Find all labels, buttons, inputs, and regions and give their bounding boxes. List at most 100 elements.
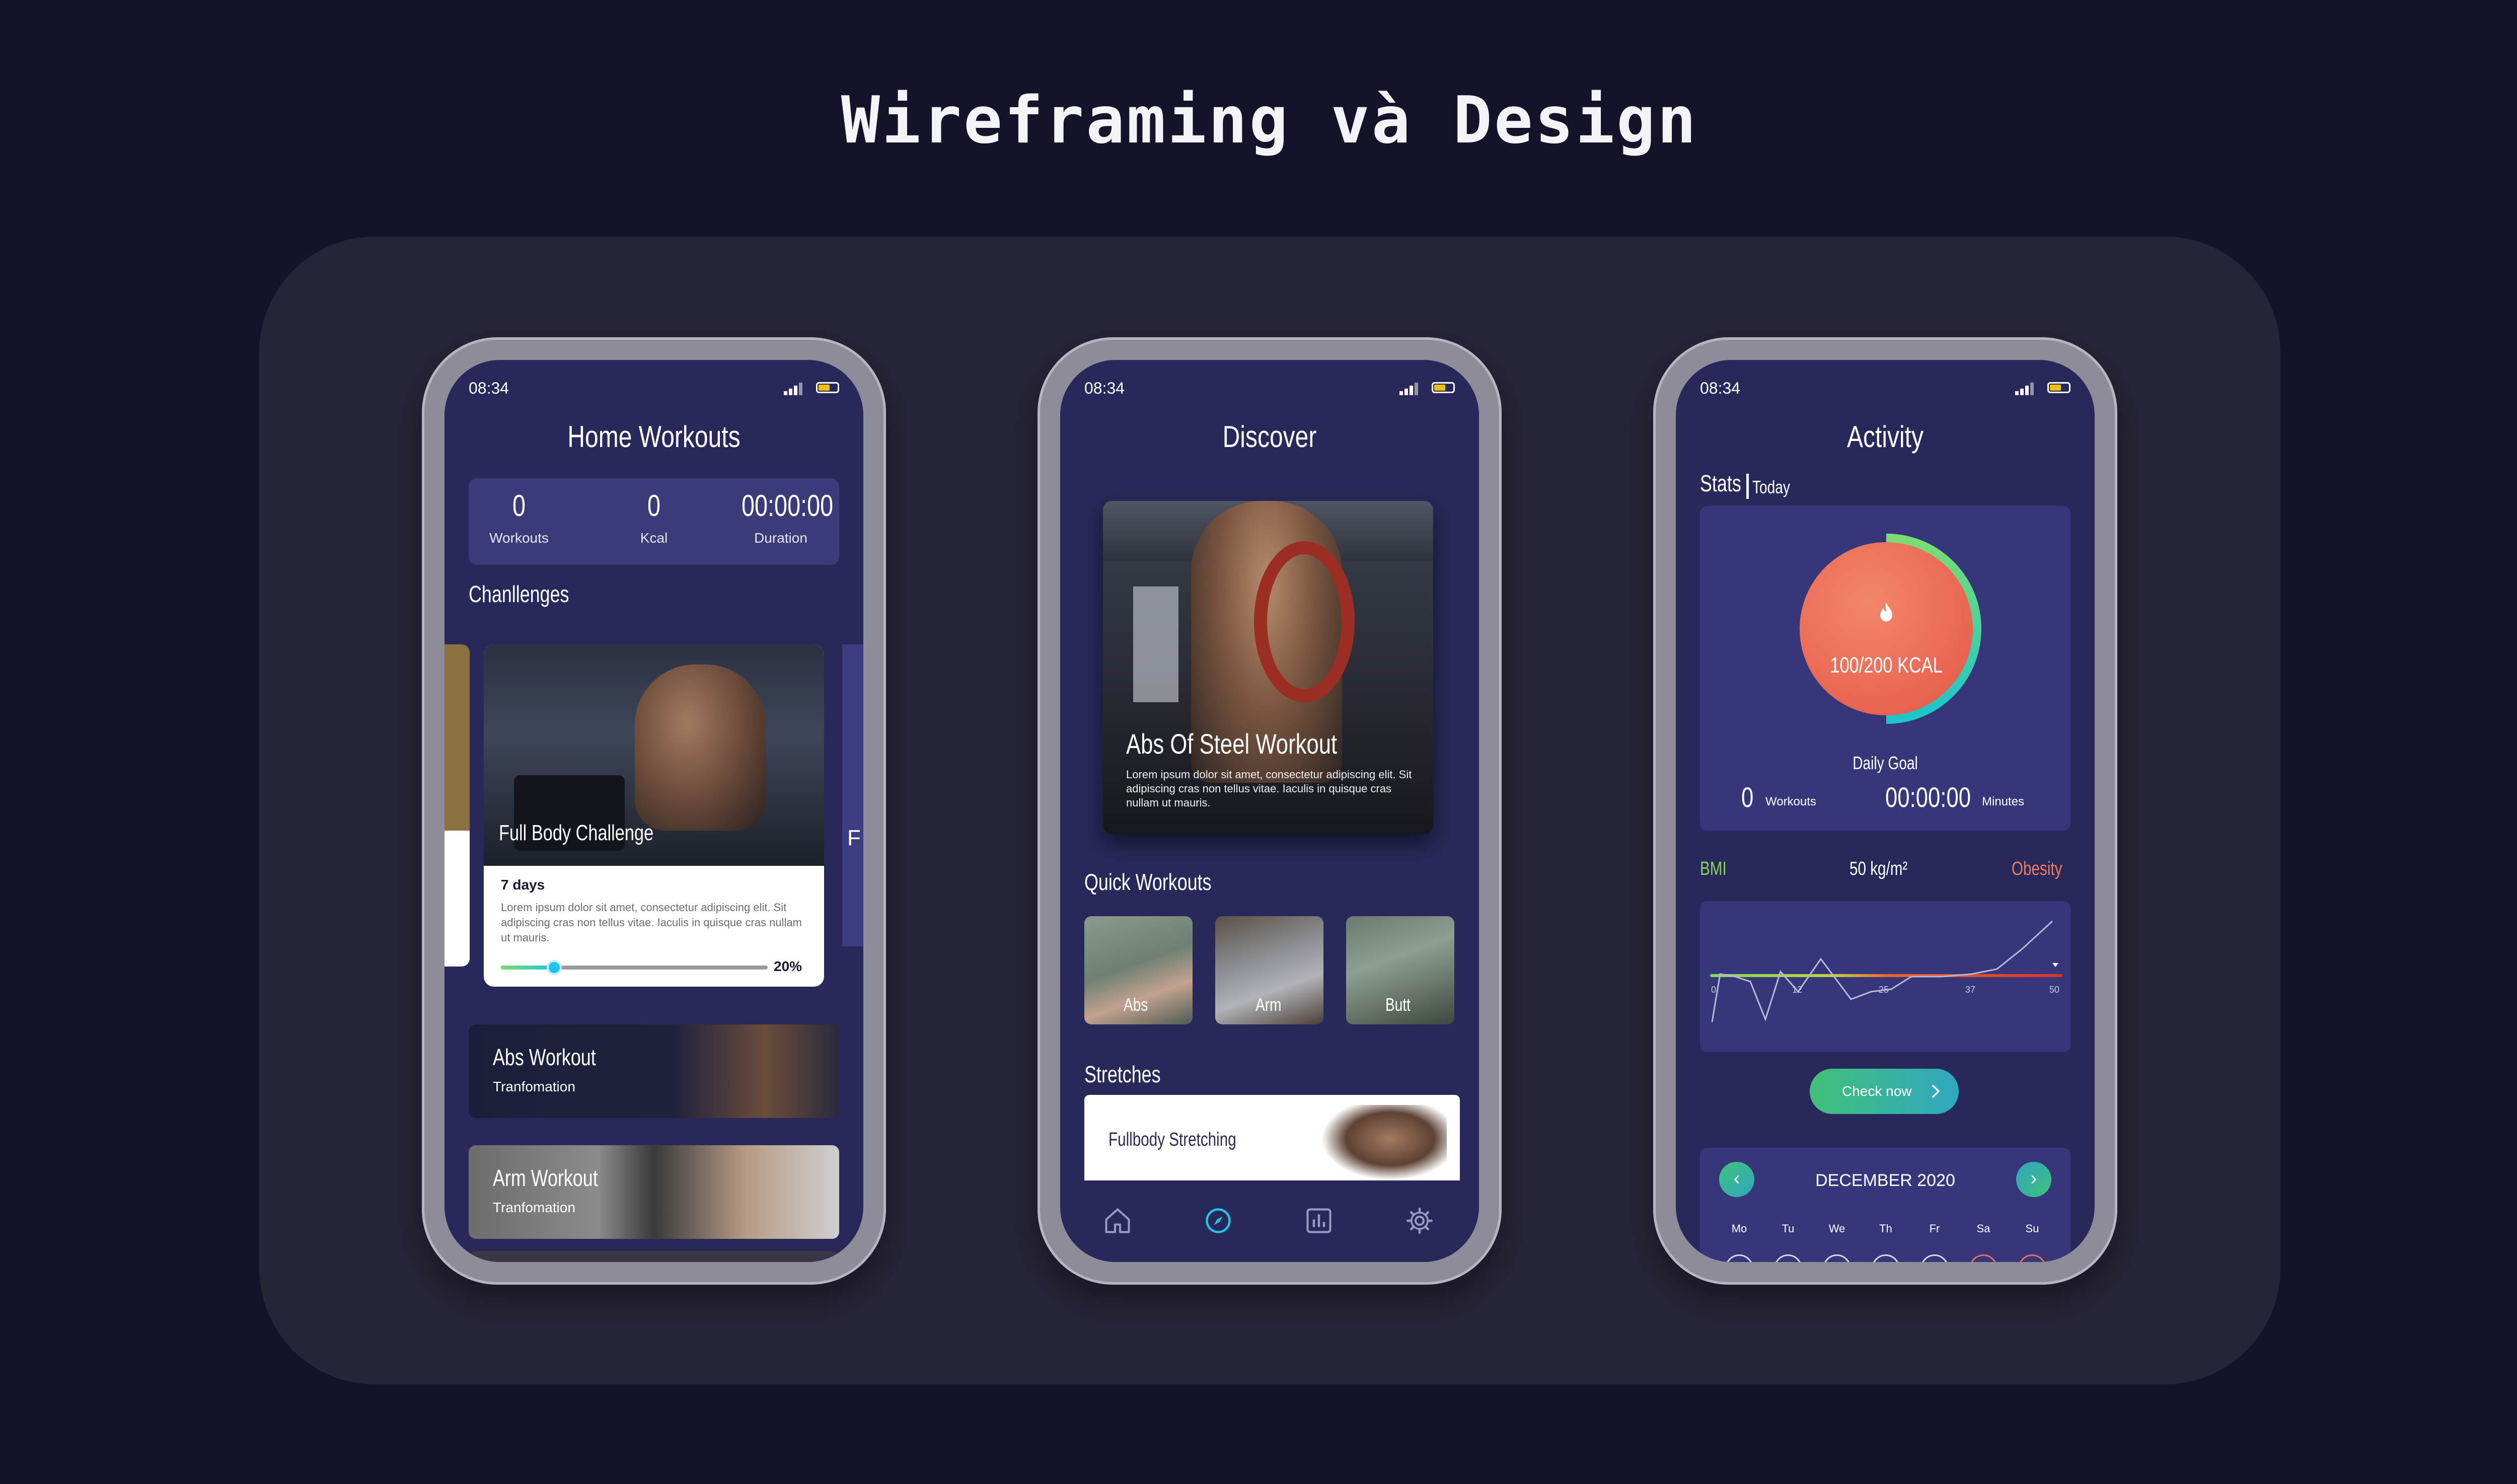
phone-activity: 08:34 Activity Stats Today 100/200 KCAL … — [1653, 337, 2117, 1285]
workout-sub: Tranfomation — [493, 1200, 575, 1215]
signal-icon — [1399, 382, 1420, 395]
discover-screen: 08:34 Discover Abs Of Steel Workout Lore… — [1060, 360, 1479, 1262]
hero-title: Abs Of Steel Workout — [1126, 728, 1338, 760]
compass-icon[interactable] — [1203, 1206, 1233, 1236]
battery-icon — [816, 382, 839, 393]
stat-value: 0 — [512, 489, 526, 523]
kcal-summary-box: 100/200 KCAL Daily Goal 0 Workouts 00:00… — [1700, 506, 2070, 831]
challenge-progress-handle[interactable] — [547, 960, 562, 975]
stat-duration: 00:00:00 Duration — [730, 488, 833, 546]
stretch-image — [1321, 1105, 1447, 1180]
workout-name: Arm Workout — [493, 1165, 598, 1191]
side-card-letter: F — [847, 826, 861, 850]
goal-workouts-value: 0 — [1741, 781, 1754, 813]
calendar-next-button[interactable]: › — [2016, 1162, 2051, 1197]
quick-tile-abs[interactable]: Abs — [1084, 916, 1193, 1024]
quick-label: Butt — [1385, 994, 1411, 1015]
flame-icon — [1880, 603, 1892, 622]
status-time: 08:34 — [1084, 379, 1125, 397]
section-label-challenges: Chanllenges — [469, 581, 569, 607]
workout-row-next[interactable] — [469, 1251, 839, 1262]
screen-title: Activity — [1846, 420, 1924, 454]
calendar-day[interactable] — [1920, 1254, 1949, 1262]
bmi-tick: 12 — [1792, 985, 1802, 995]
calendar-day[interactable] — [1725, 1254, 1753, 1262]
calendar-day[interactable] — [1872, 1254, 1900, 1262]
stretch-card[interactable]: Fullbody Stretching — [1084, 1095, 1460, 1180]
phone-home: 08:34 Home Workouts 0 Workouts 0 Kcal 00:0… — [422, 337, 886, 1285]
stat-label: Workouts — [489, 530, 549, 546]
battery-icon — [2047, 382, 2070, 393]
calendar-day[interactable] — [2018, 1254, 2046, 1262]
status-bar: 08:34 — [469, 379, 839, 399]
home-icon[interactable] — [1102, 1206, 1133, 1236]
stats-summary: 0 Workouts 0 Kcal 00:00:00 Duration — [469, 478, 839, 565]
weekday-label: Tu — [1782, 1222, 1795, 1235]
screen-title: Home Workouts — [567, 420, 741, 454]
kcal-value: 100/200 KCAL — [1830, 653, 1943, 678]
weekday-label: Sa — [1976, 1222, 1990, 1235]
check-now-label: Check now — [1842, 1083, 1912, 1099]
challenge-card-prev[interactable] — [445, 644, 470, 967]
stats-period: Today — [1752, 477, 1790, 497]
workout-row-arm[interactable]: Arm Workout Tranfomation — [469, 1145, 839, 1239]
bmi-tick: 0 — [1711, 985, 1716, 995]
phone-discover: 08:34 Discover Abs Of Steel Workout Lore… — [1038, 337, 1502, 1285]
status-time: 08:34 — [1700, 379, 1741, 397]
section-label-stretches: Stretches — [1084, 1061, 1161, 1087]
page-title: Wireframing và Design — [841, 83, 1698, 158]
goal-minutes-label: Minutes — [1982, 795, 2025, 808]
quick-tile-arm[interactable]: Arm — [1215, 916, 1323, 1024]
calendar-day[interactable] — [1969, 1254, 1997, 1262]
status-time: 08:34 — [469, 379, 509, 397]
challenge-image: Full Body Challenge — [484, 644, 824, 866]
signal-icon — [2015, 382, 2035, 395]
bmi-label: BMI — [1700, 858, 1727, 879]
weekday-label: We — [1828, 1222, 1845, 1235]
calendar: ‹ DECEMBER 2020 › Mo Tu We Th Fr Sa Su — [1700, 1148, 2070, 1262]
challenge-card[interactable]: Full Body Challenge 7 days Lorem ipsum d… — [484, 644, 824, 987]
gear-icon[interactable] — [1404, 1206, 1435, 1236]
challenge-description: Lorem ipsum dolor sit amet, consectetur … — [501, 901, 802, 944]
calendar-day[interactable] — [1774, 1254, 1802, 1262]
calendar-day[interactable] — [1823, 1254, 1851, 1262]
status-bar: 08:34 — [1700, 379, 2070, 399]
challenge-progress-track — [501, 966, 768, 970]
status-bar: 08:34 — [1084, 379, 1455, 399]
workout-name: Abs Workout — [493, 1044, 596, 1070]
challenge-name: Full Body Challenge — [499, 821, 654, 845]
chart-icon[interactable] — [1304, 1206, 1334, 1236]
challenge-progress-label: 20% — [774, 958, 802, 974]
home-screen: 08:34 Home Workouts 0 Workouts 0 Kcal 00:0… — [445, 360, 863, 1262]
bmi-chart-box: 0 12 25 37 50 — [1700, 901, 2070, 1052]
stats-header: Stats Today — [1700, 470, 1790, 499]
daily-goal-label: Daily Goal — [1853, 753, 1918, 773]
stat-label: Duration — [754, 530, 807, 546]
weekday-label: Su — [2025, 1222, 2039, 1235]
check-now-button[interactable]: Check now — [1810, 1069, 1959, 1114]
screen-title: Discover — [1222, 420, 1317, 454]
stat-value: 0 — [647, 489, 661, 523]
weekday-label: Th — [1879, 1222, 1892, 1235]
bmi-chart: 0 12 25 37 50 — [1710, 920, 2062, 1022]
bmi-tick: 25 — [1879, 985, 1889, 995]
workout-sub: Tranfomation — [493, 1079, 575, 1094]
weekday-label: Fr — [1929, 1222, 1940, 1235]
bmi-scale-bar — [1710, 974, 2062, 977]
stat-workouts: 0 Workouts — [469, 488, 569, 546]
calendar-month: DECEMBER 2020 — [1815, 1171, 1955, 1190]
kcal-ring — [1800, 534, 1981, 724]
bmi-status: Obesity — [2012, 858, 2062, 879]
quick-label: Arm — [1255, 994, 1282, 1015]
workout-row-abs[interactable]: Abs Workout Tranfomation — [469, 1024, 839, 1118]
challenge-days: 7 days — [501, 877, 545, 893]
battery-icon — [1432, 382, 1455, 393]
hero-card[interactable]: Abs Of Steel Workout Lorem ipsum dolor s… — [1103, 501, 1433, 834]
weekday-label: Mo — [1731, 1222, 1747, 1235]
quick-tile-butt[interactable]: Butt — [1346, 916, 1454, 1024]
challenge-card-next[interactable]: F — [842, 644, 863, 946]
calendar-day-row — [1724, 1254, 2056, 1262]
chevron-right-icon — [1932, 1084, 1940, 1098]
stats-label: Stats — [1700, 470, 1741, 496]
tab-bar — [1060, 1180, 1479, 1262]
